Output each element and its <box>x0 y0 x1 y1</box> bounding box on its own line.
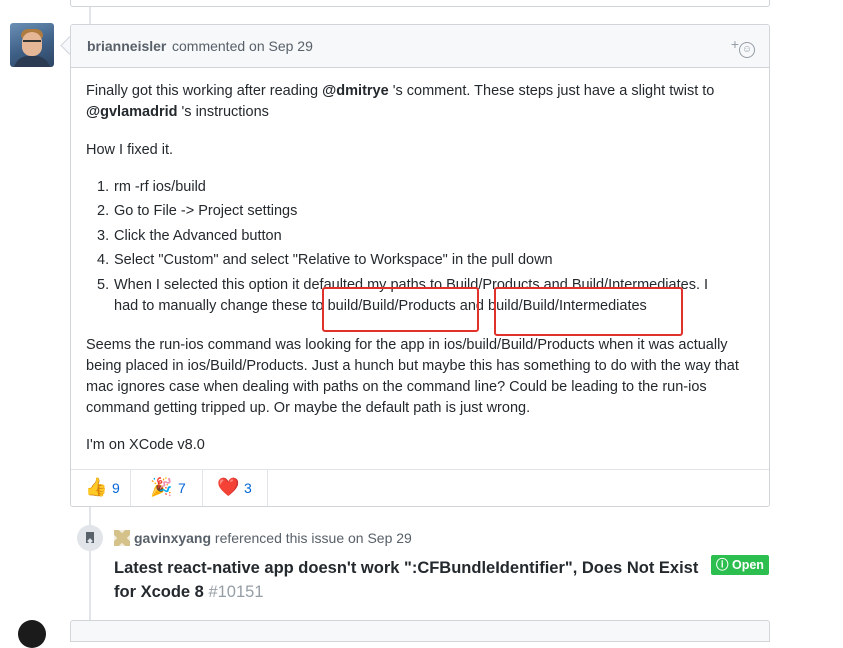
issue-number[interactable]: #10151 <box>208 583 263 601</box>
comment-box: brianneisler commented on Sep 29 + ☺ Fina… <box>70 24 770 507</box>
heart-icon: ❤️ <box>217 477 240 497</box>
mention-link[interactable]: @dmitrye <box>322 83 389 99</box>
party-popper-icon: 🎉 <box>150 477 173 497</box>
avatar[interactable] <box>18 620 46 648</box>
reaction-heart[interactable]: ❤️ 3 <box>203 470 268 506</box>
status-badge: ⓘ Open <box>711 555 769 575</box>
referenced-issue-title[interactable]: Latest react-native app doesn't work ":C… <box>114 556 714 604</box>
comment-timestamp[interactable]: commented on Sep 29 <box>172 38 313 54</box>
comment-paragraph: How I fixed it. <box>86 142 174 158</box>
reaction-count: 3 <box>244 480 252 496</box>
smiley-icon: ☺ <box>739 42 755 58</box>
comment-paragraph: I'm on XCode v8.0 <box>86 437 205 453</box>
previous-comment-bottom <box>70 0 770 7</box>
comment-paragraph: Finally got this working after reading @… <box>86 83 715 120</box>
reference-user[interactable]: gavinxyang <box>134 530 211 546</box>
mention-link[interactable]: @gvlamadrid <box>86 104 178 120</box>
comment-author[interactable]: brianneisler <box>87 38 166 54</box>
annotation-highlight-box <box>322 287 479 332</box>
reaction-count: 9 <box>112 480 120 496</box>
bookmark-icon <box>77 525 103 551</box>
next-comment-header <box>70 620 770 642</box>
comment-paragraph: Seems the run-ios command was looking fo… <box>86 337 739 416</box>
plus-icon: + <box>730 36 739 52</box>
annotation-highlight-box <box>494 287 683 336</box>
issue-open-icon: ⓘ <box>716 558 729 572</box>
reactions-bar: 👍 9 🎉 7 ❤️ 3 <box>71 469 769 506</box>
reference-event: gavinxyang referenced this issue on Sep … <box>114 530 412 546</box>
avatar[interactable] <box>10 23 54 67</box>
reaction-thumbs-up[interactable]: 👍 9 <box>71 470 131 506</box>
add-reaction-button[interactable]: + ☺ <box>731 36 755 58</box>
reaction-count: 7 <box>178 480 186 496</box>
thumbs-up-icon: 👍 <box>85 477 108 497</box>
avatar[interactable] <box>114 530 130 546</box>
reference-timestamp[interactable]: referenced this issue on Sep 29 <box>215 530 412 546</box>
comment-header: brianneisler commented on Sep 29 + ☺ <box>71 25 769 68</box>
reaction-hooray[interactable]: 🎉 7 <box>131 470 203 506</box>
